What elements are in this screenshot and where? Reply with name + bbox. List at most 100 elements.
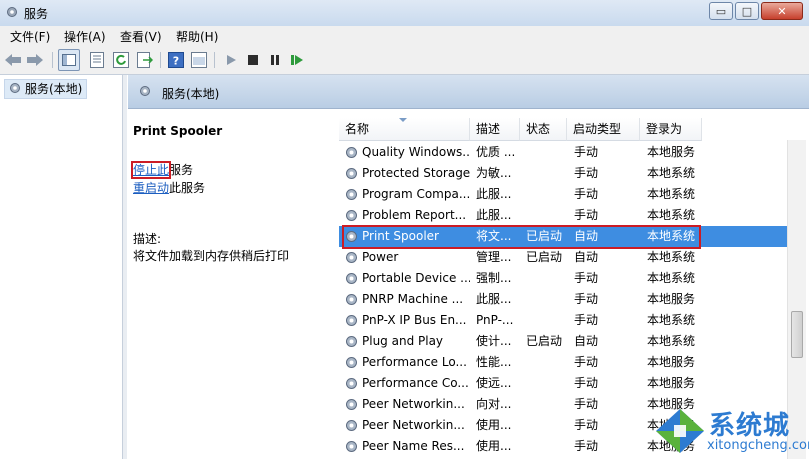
service-row[interactable]: PnP-X IP Bus En... PnP-... 手动 本地系统: [339, 310, 799, 331]
restart-button[interactable]: [288, 51, 306, 69]
column-header-name[interactable]: 名称: [339, 118, 470, 141]
toolbar-separator: [160, 52, 161, 68]
service-logon-cell: 本地服务: [647, 355, 696, 369]
service-gear-icon: [346, 168, 357, 179]
service-row[interactable]: Program Compa... 此服... 手动 本地系统: [339, 184, 799, 205]
service-row[interactable]: PNRP Machine ... 此服... 手动 本地服务: [339, 289, 799, 310]
service-gear-icon: [346, 441, 357, 452]
pane-header: 服务(本地): [128, 75, 809, 109]
pane-splitter[interactable]: [123, 75, 127, 459]
column-header-label: 名称: [345, 122, 370, 136]
column-header-description[interactable]: 描述: [470, 118, 520, 141]
service-description-cell: 此服...: [476, 208, 512, 222]
service-startup-cell: 手动: [574, 418, 599, 432]
description-label: 描述:: [133, 232, 162, 246]
service-status-cell: [526, 310, 566, 331]
minimize-button[interactable]: ▭: [709, 2, 733, 20]
title-bar: 服务 ▭ □ ✕: [0, 0, 809, 27]
menu-file[interactable]: 文件(F): [10, 28, 50, 45]
service-startup-cell: 手动: [574, 145, 599, 159]
service-name-cell: Problem Report...: [362, 208, 467, 222]
help-icon: ?: [168, 52, 184, 68]
tree-node-label: 服务(本地): [25, 82, 83, 96]
service-name-cell: Performance Lo...: [362, 355, 467, 369]
service-gear-icon: [346, 420, 357, 431]
service-description-cell: 使用...: [476, 439, 512, 453]
service-startup-cell: 手动: [574, 166, 599, 180]
service-row[interactable]: Quality Windows... 优质 ... 手动 本地服务: [339, 142, 799, 163]
column-header-logon[interactable]: 登录为: [640, 118, 702, 141]
service-startup-cell: 手动: [574, 292, 599, 306]
restart-service-link[interactable]: 重启动: [133, 181, 169, 195]
svg-text:?: ?: [173, 55, 179, 68]
properties-button[interactable]: [88, 51, 106, 69]
forward-button[interactable]: [26, 51, 44, 69]
service-status-cell: [526, 205, 566, 226]
service-row[interactable]: Performance Co... 使远... 手动 本地服务: [339, 373, 799, 394]
refresh-icon: [113, 52, 129, 68]
service-row[interactable]: Performance Lo... 性能... 手动 本地服务: [339, 352, 799, 373]
service-logon-cell: 本地系统: [647, 313, 696, 327]
service-description-cell: 向对...: [476, 397, 512, 411]
service-name-cell: Plug and Play: [362, 334, 444, 348]
service-name-cell: Peer Networkin...: [362, 418, 465, 432]
scrollbar-thumb[interactable]: [791, 311, 803, 358]
stop-service-line: 停止此服务: [130, 161, 193, 179]
menu-bar: 文件(F) 操作(A) 查看(V) 帮助(H): [0, 26, 809, 46]
stop-button[interactable]: [244, 51, 262, 69]
column-header-status[interactable]: 状态: [520, 118, 567, 141]
service-logon-cell: 本地系统: [647, 334, 696, 348]
start-button[interactable]: [222, 51, 240, 69]
description-text: 将文件加载到内存供稍后打印: [133, 249, 290, 263]
service-description-cell: 此服...: [476, 292, 512, 306]
pane-title: 服务(本地): [162, 87, 220, 101]
service-logon-cell: 本地服务: [647, 376, 696, 390]
service-row[interactable]: Portable Device ... 强制... 手动 本地系统: [339, 268, 799, 289]
service-logon-cell: 本地系统: [647, 271, 696, 285]
view-button[interactable]: [190, 51, 208, 69]
menu-view[interactable]: 查看(V): [120, 28, 162, 45]
service-gear-icon: [346, 189, 357, 200]
service-description-cell: 使用...: [476, 418, 512, 432]
service-detail-panel: Print Spooler 停止此服务 重启动此服务 描述: 将文件加载到内存供…: [128, 109, 338, 459]
refresh-button[interactable]: [112, 51, 130, 69]
minimize-icon: ▭: [715, 4, 727, 18]
service-startup-cell: 手动: [574, 208, 599, 222]
back-button[interactable]: [4, 51, 22, 69]
service-description-cell: 使远...: [476, 376, 512, 390]
menu-action[interactable]: 操作(A): [64, 28, 106, 45]
service-logon-cell: 本地系统: [647, 250, 696, 264]
menu-help[interactable]: 帮助(H): [176, 28, 218, 45]
service-startup-cell: 自动: [574, 334, 599, 348]
stop-service-link[interactable]: 停止此: [130, 161, 172, 179]
service-row[interactable]: Plug and Play 使计... 已启动 自动 本地系统: [339, 331, 799, 352]
service-row[interactable]: Problem Report... 此服... 手动 本地系统: [339, 205, 799, 226]
sort-ascending-icon: [399, 118, 407, 122]
close-button[interactable]: ✕: [761, 2, 803, 20]
stop-icon: [248, 55, 258, 65]
service-status-cell: [526, 415, 566, 436]
maximize-button[interactable]: □: [735, 2, 759, 20]
console-tree-icon: [62, 54, 76, 66]
service-logon-cell: 本地服务: [647, 292, 696, 306]
show-tree-button[interactable]: [58, 49, 80, 71]
tree-node-services-local[interactable]: 服务(本地): [4, 79, 88, 99]
service-name-cell: Performance Co...: [362, 376, 469, 390]
service-status-cell: [526, 142, 566, 163]
pause-button[interactable]: [266, 51, 284, 69]
restart-icon: [291, 55, 303, 65]
toolbar-separator: [52, 52, 53, 68]
service-status-cell: [526, 289, 566, 310]
service-gear-icon: [346, 378, 357, 389]
close-icon: ✕: [777, 4, 787, 18]
view-icon: [191, 52, 207, 68]
help-button[interactable]: ?: [167, 51, 185, 69]
column-header-startup-type[interactable]: 启动类型: [567, 118, 640, 141]
export-list-button[interactable]: [136, 51, 154, 69]
service-row[interactable]: Power 管理... 已启动 自动 本地系统: [339, 247, 799, 268]
service-startup-cell: 手动: [574, 187, 599, 201]
forward-arrow-icon: [27, 54, 43, 66]
service-logon-cell: 本地系统: [647, 166, 696, 180]
service-row[interactable]: Protected Storage 为敏... 手动 本地系统: [339, 163, 799, 184]
watermark-domain: xitongcheng.com: [707, 438, 809, 453]
